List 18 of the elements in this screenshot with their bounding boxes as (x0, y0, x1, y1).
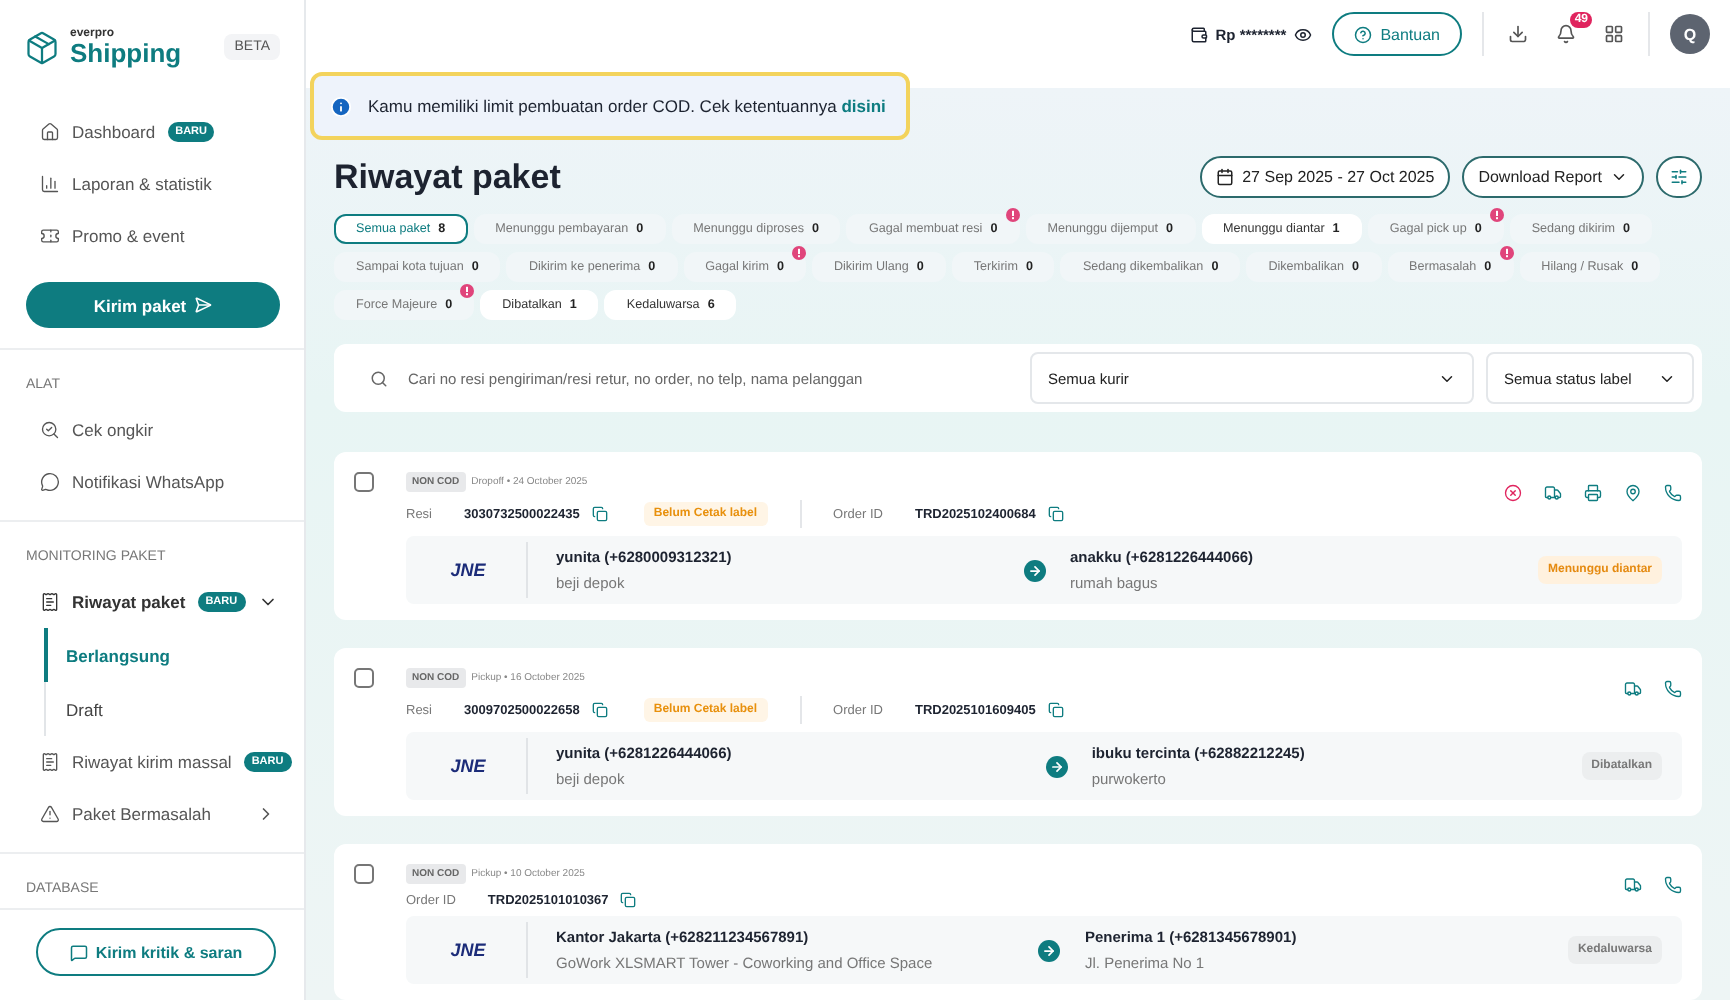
sub-nav-item[interactable]: Draft (44, 682, 304, 736)
courier-logo: JNE (448, 560, 488, 580)
send-package-button[interactable]: Kirim paket (26, 282, 280, 328)
nav-item[interactable]: Laporan & statistik (0, 158, 304, 210)
user-avatar[interactable]: Q (1670, 14, 1710, 54)
page-title: Riwayat paket (334, 157, 563, 197)
download-report-button[interactable]: Download Report (1462, 156, 1644, 198)
feedback-button[interactable]: Kirim kritik & saran (36, 928, 276, 976)
courier-logo: JNE (448, 940, 488, 960)
nav-item[interactable]: Promo & event (0, 210, 304, 262)
help-button[interactable]: Bantuan (1332, 12, 1462, 56)
brand-name: Shipping (70, 40, 182, 66)
courier-logo: JNE (448, 756, 488, 776)
date-range-button[interactable]: 27 Sep 2025 - 27 Oct 2025 (1200, 156, 1451, 198)
nav-item[interactable]: Cek ongkir (0, 404, 304, 456)
nav-item[interactable]: Paket Bermasalah (0, 788, 304, 840)
banner-text: Kamu memiliki limit pembuatan order COD. Cek ketentuannya disini (368, 96, 886, 116)
nav-item[interactable]: Notifikasi WhatsApp (0, 456, 304, 508)
